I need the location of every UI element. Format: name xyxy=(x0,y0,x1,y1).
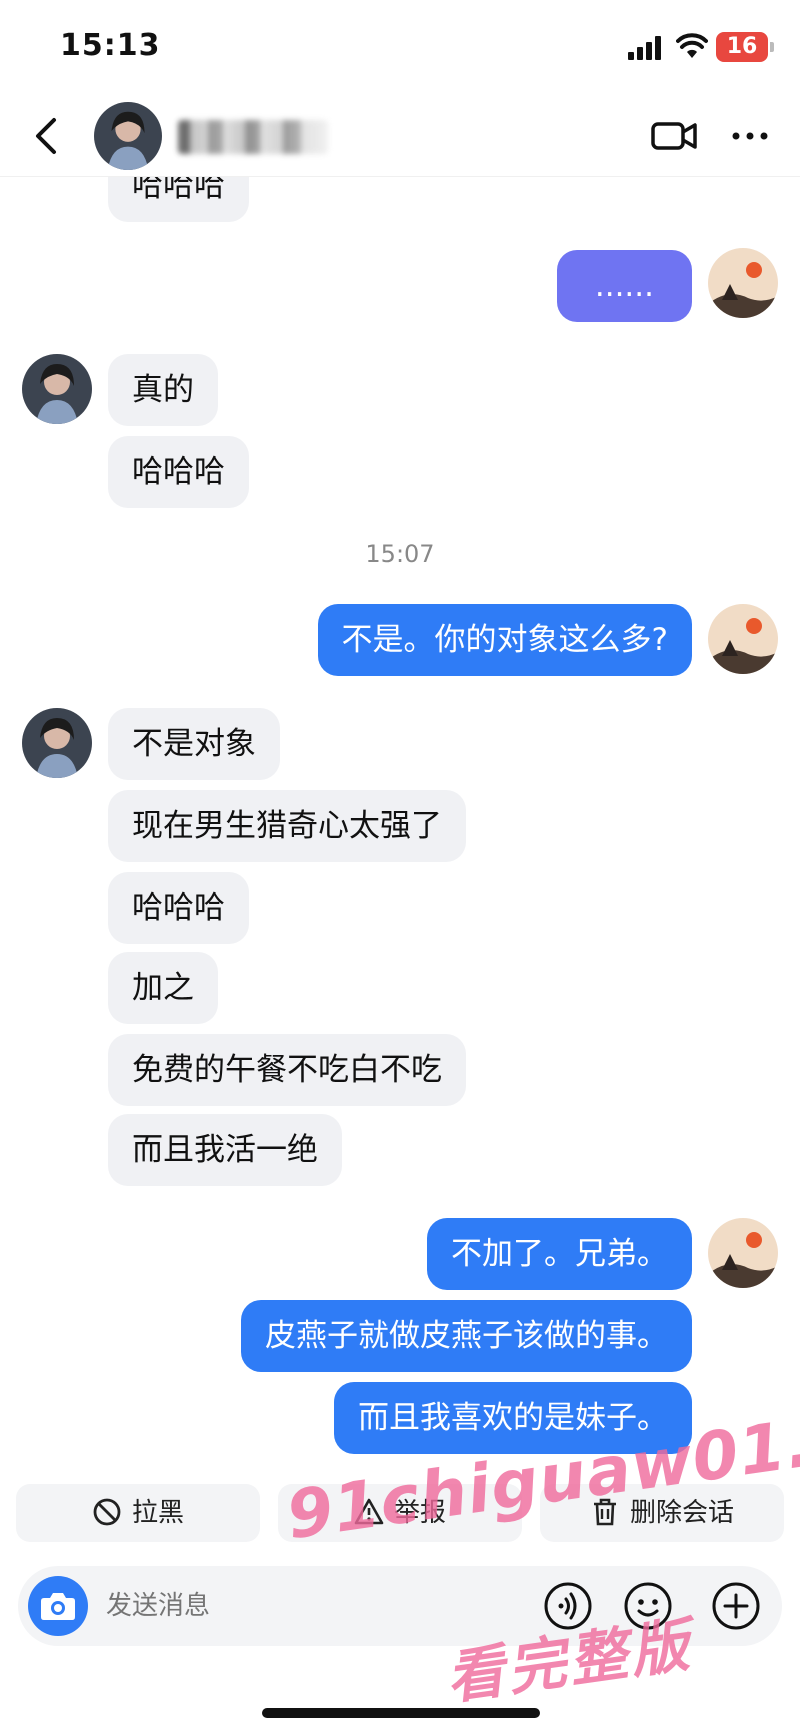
more-options-icon[interactable] xyxy=(728,122,772,150)
contact-avatar[interactable] xyxy=(94,102,162,170)
message-incoming[interactable]: 不是对象 xyxy=(108,708,280,780)
my-avatar[interactable] xyxy=(708,1218,778,1288)
contact-avatar[interactable] xyxy=(22,354,92,424)
wifi-icon xyxy=(676,33,708,58)
camera-button[interactable] xyxy=(28,1576,88,1636)
back-arrow-icon[interactable] xyxy=(28,114,68,158)
contact-avatar[interactable] xyxy=(22,708,92,778)
message-incoming[interactable]: 免费的午餐不吃白不吃 xyxy=(108,1034,466,1106)
message-input[interactable] xyxy=(106,1566,426,1646)
camera-icon xyxy=(41,1593,75,1620)
status-bar: 15:13 16 xyxy=(0,0,800,96)
home-indicator xyxy=(262,1708,540,1718)
battery-indicator: 16 xyxy=(716,32,774,62)
message-outgoing[interactable]: 不是。你的对象这么多? xyxy=(317,604,692,676)
my-avatar[interactable] xyxy=(708,248,778,318)
message-incoming[interactable]: 而且我活一绝 xyxy=(108,1114,342,1186)
block-button[interactable]: 拉黑 xyxy=(16,1484,260,1542)
message-incoming[interactable]: 哈哈哈 xyxy=(108,872,249,944)
message-outgoing[interactable]: ...... xyxy=(556,250,692,322)
message-outgoing[interactable]: 皮燕子就做皮燕子该做的事。 xyxy=(241,1300,692,1372)
video-call-icon[interactable] xyxy=(650,118,698,154)
contact-name-blurred xyxy=(178,116,328,156)
message-incoming[interactable]: 真的 xyxy=(108,354,218,426)
message-incoming[interactable]: 加之 xyxy=(108,952,218,1024)
cellular-signal-icon xyxy=(628,36,662,60)
block-icon xyxy=(93,1498,121,1525)
my-avatar[interactable] xyxy=(708,604,778,674)
plus-icon[interactable] xyxy=(710,1580,762,1632)
message-incoming[interactable]: 哈哈哈 xyxy=(108,436,249,508)
message-incoming[interactable]: 现在男生猎奇心太强了 xyxy=(108,790,466,862)
chat-header xyxy=(0,96,800,177)
timestamp-separator: 15:07 xyxy=(365,540,435,568)
status-time: 15:13 xyxy=(60,28,161,63)
message-outgoing[interactable]: 不加了。兄弟。 xyxy=(427,1218,692,1290)
block-label: 拉黑 xyxy=(131,1498,184,1528)
